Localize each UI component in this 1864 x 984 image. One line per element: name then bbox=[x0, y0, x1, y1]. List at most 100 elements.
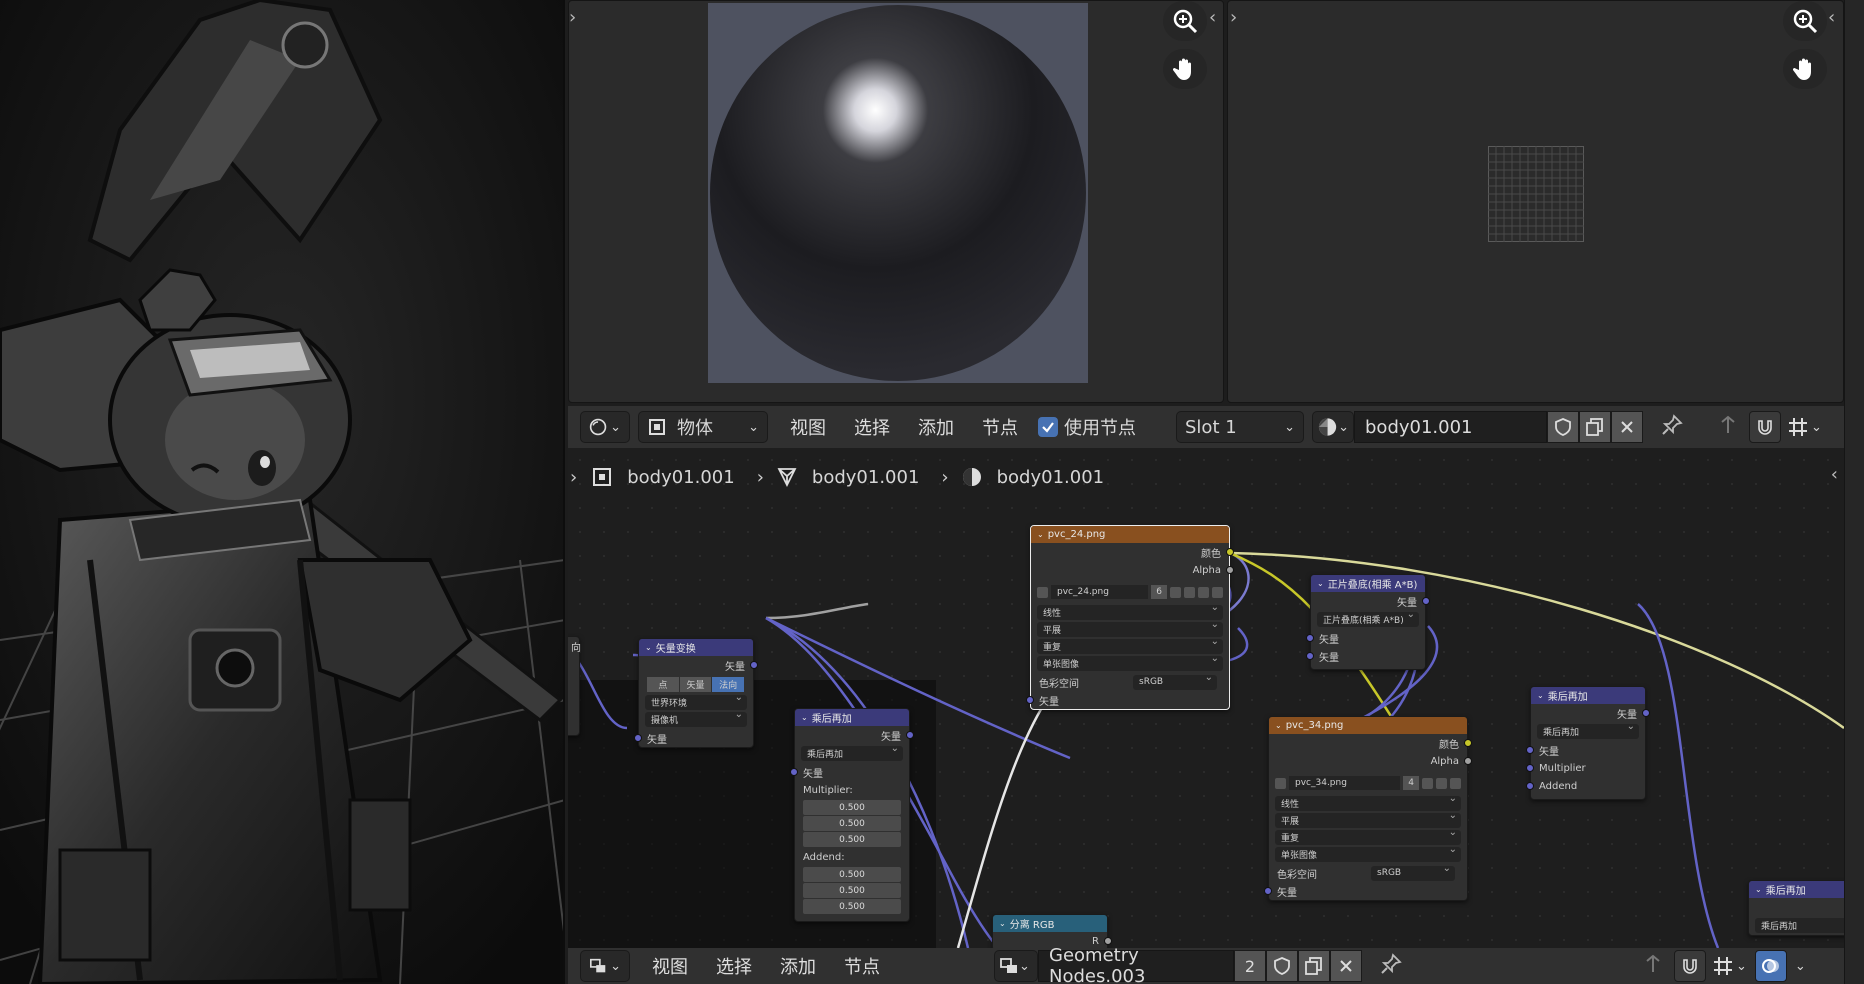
image-selector[interactable]: pvc_24.png 6 bbox=[1037, 583, 1223, 601]
material-name-field[interactable]: body01.001 bbox=[1354, 411, 1547, 443]
menu-node[interactable]: 节点 bbox=[968, 414, 1032, 440]
colorspace-dropdown[interactable]: sRGB bbox=[1133, 672, 1217, 690]
multiplier-y-field[interactable]: 0.500 bbox=[803, 816, 901, 831]
input-socket[interactable] bbox=[1026, 696, 1034, 704]
output-socket[interactable] bbox=[750, 661, 758, 669]
tab-point[interactable]: 点 bbox=[647, 677, 679, 692]
operation-dropdown[interactable]: 正片叠底(相乘 A*B) bbox=[1317, 609, 1419, 627]
menu-node[interactable]: 节点 bbox=[830, 953, 894, 979]
output-socket[interactable] bbox=[1642, 709, 1650, 717]
output-socket[interactable] bbox=[1226, 548, 1234, 556]
operation-dropdown[interactable]: 乘后再加 bbox=[1755, 918, 1844, 933]
image-texture-node-pvc24[interactable]: ⌄pvc_24.png 颜色 Alpha pvc_24.png 6 线性 平展 … bbox=[1026, 525, 1234, 710]
editor-type-dropdown[interactable]: ⌄ bbox=[580, 411, 630, 443]
operation-dropdown[interactable]: 乘后再加 bbox=[801, 743, 903, 761]
output-socket[interactable] bbox=[1464, 739, 1472, 747]
chevron-left-icon[interactable]: ‹ bbox=[1828, 7, 1835, 28]
projection-dropdown[interactable]: 平展 bbox=[1275, 810, 1461, 828]
output-socket[interactable] bbox=[906, 731, 914, 739]
interpolation-dropdown[interactable]: 线性 bbox=[1275, 793, 1461, 811]
duplicate-icon[interactable] bbox=[1298, 950, 1330, 982]
tab-normal[interactable]: 法向 bbox=[712, 677, 745, 692]
fake-user-shield-icon[interactable] bbox=[1547, 411, 1579, 443]
input-socket[interactable] bbox=[1264, 887, 1272, 895]
image-texture-node-pvc34[interactable]: ⌄pvc_34.png 颜色 Alpha pvc_34.png 4 线性 平展 … bbox=[1264, 716, 1472, 901]
overlay-toggle-icon[interactable] bbox=[1754, 950, 1787, 982]
fake-user-shield-icon[interactable] bbox=[1422, 777, 1433, 789]
convert-from-dropdown[interactable]: 世界环境 bbox=[645, 692, 747, 710]
chevron-left-icon[interactable]: ‹ bbox=[1209, 7, 1216, 28]
pan-hand-icon[interactable] bbox=[1783, 49, 1827, 89]
input-socket[interactable] bbox=[1526, 746, 1534, 754]
addend-y-field[interactable]: 0.500 bbox=[803, 883, 901, 898]
fake-user-shield-icon[interactable] bbox=[1266, 950, 1298, 982]
zoom-in-icon[interactable] bbox=[1783, 1, 1827, 41]
addend-x-field[interactable]: 0.500 bbox=[803, 867, 901, 882]
image-icon[interactable] bbox=[1275, 777, 1286, 789]
extension-dropdown[interactable]: 重复 bbox=[1037, 636, 1223, 654]
menu-add[interactable]: 添加 bbox=[904, 414, 968, 440]
multiply-add-node-partial[interactable]: ⌄ 乘后再加 乘后再加 bbox=[1748, 880, 1844, 936]
image-name-field[interactable]: pvc_34.png bbox=[1289, 776, 1401, 790]
properties-sidebar-strip[interactable] bbox=[1844, 0, 1864, 984]
partial-node[interactable]: 向 bbox=[568, 636, 581, 736]
pin-icon[interactable] bbox=[1661, 414, 1683, 440]
source-dropdown[interactable]: 单张图像 bbox=[1275, 844, 1461, 862]
image-selector[interactable]: pvc_34.png 4 bbox=[1275, 774, 1461, 792]
close-icon[interactable] bbox=[1212, 586, 1223, 598]
image-icon[interactable] bbox=[1037, 586, 1048, 598]
nodetree-browse-button[interactable]: ⌄ bbox=[994, 950, 1038, 982]
multiplier-x-field[interactable]: 0.500 bbox=[803, 800, 901, 815]
chevron-right-icon[interactable]: › bbox=[1230, 7, 1237, 28]
menu-view[interactable]: 视图 bbox=[638, 953, 702, 979]
vector-transform-node[interactable]: ⌄矢量变换 矢量 点 矢量 法向 世界环境 摄像机 矢量 bbox=[634, 638, 758, 748]
input-socket[interactable] bbox=[790, 768, 798, 776]
addend-z-field[interactable]: 0.500 bbox=[803, 899, 901, 914]
output-socket[interactable] bbox=[1422, 597, 1430, 605]
operation-dropdown[interactable]: 乘后再加 bbox=[1537, 721, 1639, 739]
snap-grid-dropdown[interactable]: ⌄ bbox=[1712, 955, 1747, 977]
vector-multiply-node[interactable]: ⌄正片叠底(相乘 A*B) 矢量 正片叠底(相乘 A*B) 矢量 矢量 bbox=[1306, 574, 1430, 670]
output-socket[interactable] bbox=[1104, 937, 1112, 945]
snap-grid-dropdown[interactable]: ⌄ bbox=[1787, 416, 1822, 438]
editor-type-dropdown[interactable]: ⌄ bbox=[580, 950, 630, 982]
snap-magnet-icon[interactable] bbox=[1674, 950, 1706, 982]
folder-icon[interactable] bbox=[1198, 586, 1209, 598]
material-preview-panel[interactable]: › ‹ bbox=[568, 0, 1224, 403]
colorspace-dropdown[interactable]: sRGB bbox=[1371, 863, 1455, 881]
output-socket[interactable] bbox=[1464, 757, 1472, 765]
duplicate-icon[interactable] bbox=[1184, 586, 1195, 598]
object-type-dropdown[interactable]: 物体 ⌄ bbox=[638, 411, 768, 443]
input-socket[interactable] bbox=[1306, 652, 1314, 660]
multiply-add-node[interactable]: ⌄乘后再加 矢量 乘后再加 矢量 Multiplier Addend bbox=[1526, 686, 1650, 800]
unlink-close-icon[interactable] bbox=[1330, 950, 1362, 982]
input-socket[interactable] bbox=[634, 734, 642, 742]
folder-icon[interactable] bbox=[1436, 777, 1447, 789]
menu-view[interactable]: 视图 bbox=[776, 414, 840, 440]
parent-node-tree-icon[interactable] bbox=[1642, 953, 1664, 979]
input-socket[interactable] bbox=[1306, 634, 1314, 642]
transform-type-tabs[interactable]: 点 矢量 法向 bbox=[647, 677, 745, 692]
3d-viewport[interactable] bbox=[0, 0, 565, 984]
menu-select[interactable]: 选择 bbox=[840, 414, 904, 440]
interpolation-dropdown[interactable]: 线性 bbox=[1037, 602, 1223, 620]
user-count-badge[interactable]: 2 bbox=[1234, 950, 1266, 982]
tab-vector[interactable]: 矢量 bbox=[679, 677, 712, 692]
input-socket[interactable] bbox=[1526, 782, 1534, 790]
separate-rgb-node[interactable]: ⌄ 分离 RGB R bbox=[992, 914, 1112, 948]
fake-user-shield-icon[interactable] bbox=[1170, 586, 1181, 598]
projection-dropdown[interactable]: 平展 bbox=[1037, 619, 1223, 637]
slot-dropdown[interactable]: Slot 1 ⌄ bbox=[1176, 411, 1304, 443]
pan-hand-icon[interactable] bbox=[1163, 49, 1207, 89]
image-name-field[interactable]: pvc_24.png bbox=[1051, 585, 1149, 599]
snap-magnet-icon[interactable] bbox=[1749, 411, 1781, 443]
pin-icon[interactable] bbox=[1380, 953, 1402, 979]
texture-preview-panel[interactable]: › ‹ bbox=[1227, 0, 1844, 403]
multiplier-z-field[interactable]: 0.500 bbox=[803, 832, 901, 847]
zoom-in-icon[interactable] bbox=[1163, 1, 1207, 41]
menu-add[interactable]: 添加 bbox=[766, 953, 830, 979]
input-socket[interactable] bbox=[1526, 764, 1534, 772]
chevron-down-icon[interactable]: ⌄ bbox=[1795, 959, 1806, 974]
nodetree-name-field[interactable]: Geometry Nodes.003 bbox=[1038, 945, 1234, 984]
use-nodes-checkbox[interactable]: 使用节点 bbox=[1038, 414, 1136, 440]
